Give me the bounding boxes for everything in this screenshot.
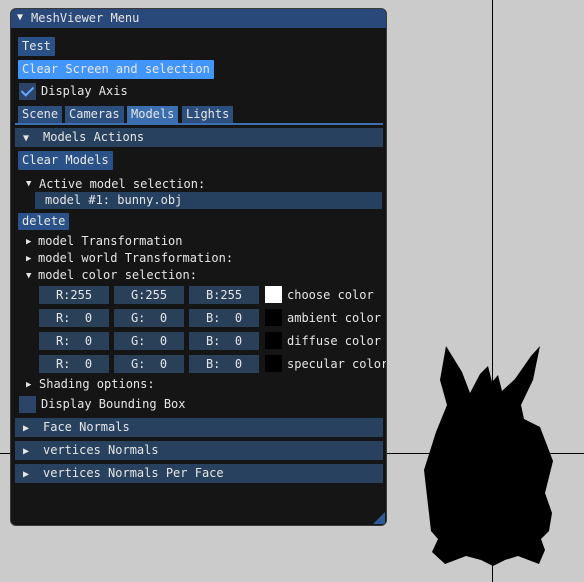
clear-models-button[interactable]: Clear Models bbox=[18, 151, 113, 170]
color-b-field[interactable]: B: 0 bbox=[189, 332, 259, 350]
tree-shading-options[interactable]: Shading options: bbox=[39, 377, 155, 391]
tree-model-transformation[interactable]: model Transformation bbox=[38, 234, 183, 248]
face-normals-header[interactable]: ▶ Face Normals bbox=[15, 418, 383, 437]
active-model-selection-label: Active model selection: bbox=[39, 177, 206, 191]
tree-open-icon[interactable]: ▼ bbox=[26, 271, 31, 281]
tree-open-icon[interactable]: ▼ bbox=[26, 179, 31, 189]
window-title: MeshViewer Menu bbox=[31, 11, 140, 25]
display-axis-checkbox[interactable] bbox=[19, 83, 36, 100]
bounding-box-checkbox[interactable] bbox=[19, 396, 36, 413]
choose-color-swatch[interactable] bbox=[265, 286, 282, 303]
color-r-field[interactable]: R: 0 bbox=[39, 332, 109, 350]
specular-color-label: specular color bbox=[287, 357, 387, 371]
tab-models[interactable]: Models bbox=[127, 106, 179, 123]
display-axis-label: Display Axis bbox=[41, 84, 128, 98]
tab-cameras[interactable]: Cameras bbox=[65, 106, 124, 123]
collapsed-arrow-icon: ▶ bbox=[23, 446, 30, 457]
color-g-field[interactable]: G:255 bbox=[114, 286, 184, 304]
clear-screen-button[interactable]: Clear Screen and selection bbox=[18, 60, 214, 79]
choose-color-label: choose color bbox=[287, 288, 374, 302]
collapsed-arrow-icon: ▶ bbox=[23, 423, 30, 434]
active-model-value: model #1: bunny.obj bbox=[45, 193, 183, 207]
tree-closed-icon[interactable]: ▶ bbox=[26, 237, 31, 247]
collapsed-arrow-icon: ▶ bbox=[23, 469, 30, 480]
ambient-color-swatch[interactable] bbox=[265, 309, 282, 326]
tab-lights[interactable]: Lights bbox=[182, 106, 234, 123]
diffuse-color-swatch[interactable] bbox=[265, 332, 282, 349]
tree-closed-icon[interactable]: ▶ bbox=[26, 380, 31, 390]
color-r-field[interactable]: R: 0 bbox=[39, 355, 109, 373]
color-b-field[interactable]: B:255 bbox=[189, 286, 259, 304]
tab-underline bbox=[15, 123, 383, 125]
diffuse-color-label: diffuse color bbox=[287, 334, 381, 348]
expanded-arrow-icon: ▼ bbox=[23, 133, 30, 144]
vertices-normals-header[interactable]: ▶ vertices Normals bbox=[15, 441, 383, 460]
specular-color-swatch[interactable] bbox=[265, 355, 282, 372]
color-g-field[interactable]: G: 0 bbox=[114, 355, 184, 373]
delete-button[interactable]: delete bbox=[18, 213, 70, 230]
color-g-field[interactable]: G: 0 bbox=[114, 332, 184, 350]
tree-model-world-transformation[interactable]: model world Transformation: bbox=[38, 251, 233, 265]
test-button[interactable]: Test bbox=[18, 37, 55, 56]
tree-model-color-selection[interactable]: model color selection: bbox=[38, 268, 197, 282]
tab-scene[interactable]: Scene bbox=[18, 106, 63, 123]
vertices-normals-per-face-header[interactable]: ▶ vertices Normals Per Face bbox=[15, 464, 383, 483]
vertices-normals-label: vertices Normals bbox=[43, 443, 159, 457]
color-b-field[interactable]: B: 0 bbox=[189, 355, 259, 373]
color-b-field[interactable]: B: 0 bbox=[189, 309, 259, 327]
bounding-box-label: Display Bounding Box bbox=[41, 397, 186, 411]
color-r-field[interactable]: R:255 bbox=[39, 286, 109, 304]
meshviewer-menu-window[interactable]: ▼ MeshViewer Menu Test Clear Screen and … bbox=[10, 8, 387, 526]
models-actions-label: Models Actions bbox=[43, 130, 145, 144]
face-normals-label: Face Normals bbox=[43, 420, 130, 434]
active-model-combo[interactable]: model #1: bunny.obj bbox=[35, 192, 382, 209]
color-r-field[interactable]: R: 0 bbox=[39, 309, 109, 327]
ambient-color-label: ambient color bbox=[287, 311, 381, 325]
resize-grip-icon[interactable] bbox=[373, 512, 385, 524]
models-actions-header[interactable]: ▼ Models Actions bbox=[15, 128, 383, 147]
vertices-normals-per-face-label: vertices Normals Per Face bbox=[43, 466, 224, 480]
color-g-field[interactable]: G: 0 bbox=[114, 309, 184, 327]
window-titlebar[interactable]: ▼ MeshViewer Menu bbox=[11, 9, 386, 28]
collapse-arrow-icon[interactable]: ▼ bbox=[17, 12, 23, 23]
tree-closed-icon[interactable]: ▶ bbox=[26, 254, 31, 264]
